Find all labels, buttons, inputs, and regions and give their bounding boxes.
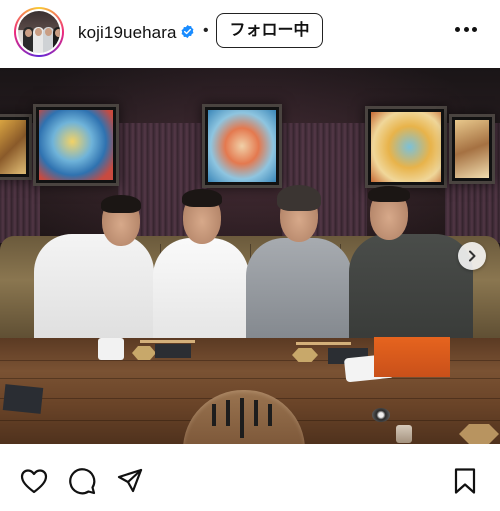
post-header: koji19uehara • フォロー中 <box>0 0 500 66</box>
share-button[interactable] <box>115 466 145 496</box>
small-jar <box>372 408 390 422</box>
comment-bubble-icon <box>69 468 96 495</box>
wall-artwork <box>202 104 282 188</box>
comment-button[interactable] <box>67 466 97 496</box>
separator-dot: • <box>203 22 209 39</box>
more-options-icon[interactable] <box>455 27 477 35</box>
post-photo[interactable] <box>0 68 500 444</box>
folded-napkin <box>98 338 124 360</box>
post-actions <box>0 452 500 508</box>
chopsticks <box>140 340 195 343</box>
wall-artwork <box>365 106 447 188</box>
small-bottle <box>396 425 412 443</box>
wall-artwork <box>0 114 32 180</box>
carousel-next-button[interactable] <box>458 242 486 270</box>
wall-artwork <box>449 114 495 184</box>
chopstick-tray <box>155 344 191 358</box>
send-paper-plane-icon <box>117 468 143 493</box>
heart-icon <box>20 469 48 494</box>
save-button[interactable] <box>450 466 480 496</box>
username-link[interactable]: koji19uehara <box>78 23 177 43</box>
following-button[interactable]: フォロー中 <box>216 13 323 48</box>
wall-artwork <box>33 104 119 186</box>
chevron-right-icon <box>469 250 476 262</box>
profile-avatar[interactable] <box>14 7 64 57</box>
orange-menu <box>374 337 450 377</box>
notebook-left <box>2 384 44 414</box>
chopsticks <box>296 342 351 345</box>
like-button[interactable] <box>19 466 49 496</box>
bookmark-icon <box>454 468 476 494</box>
verified-badge-icon <box>181 24 194 39</box>
